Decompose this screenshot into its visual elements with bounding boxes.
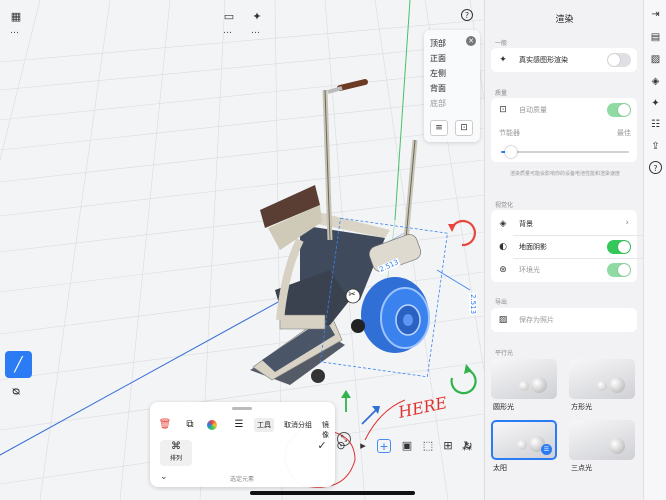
light-label-square: 方形光 [571,403,592,411]
ambient-icon: ⊛ [499,265,507,275]
ambient-label: 环境光 [519,266,540,274]
chevron-down-icon[interactable]: ⌄ [160,472,168,482]
pen-tool-button[interactable]: ╱ [5,351,32,378]
view-left[interactable]: 左侧 [430,68,446,79]
grid-icon[interactable]: ▦ [8,9,24,23]
light-option-round[interactable] [491,359,557,399]
selection-hint: 选定元素 [230,476,255,483]
tab-ungroup[interactable]: 取消分组 [284,420,312,430]
quality-note: 渲染质量可能会影响你的设备电池性能和渲染速度 [509,171,620,177]
ground-shadow-label: 地面阴影 [519,243,547,251]
trash-icon[interactable]: 🗑 [158,418,172,432]
panel-title: 渲染 [555,15,574,25]
box-select-icon[interactable]: ▣ [400,439,414,453]
sun-settings-icon[interactable]: ☰ [541,444,552,455]
align-icon[interactable]: ☰ [232,418,246,432]
auto-quality-icon: ⊡ [499,105,507,115]
point-icon[interactable]: ⊙ [334,439,348,453]
fit-view-icon[interactable]: ⊡ [455,120,473,136]
rotate-handle-green [450,368,477,395]
view-back[interactable]: 背面 [430,83,446,94]
arrange-button[interactable]: ⌘ 排列 [160,440,192,466]
section-quality: 质量 [495,90,508,97]
saver-label: 节能器 [499,129,520,137]
arrange-icon: ⌘ [171,441,181,452]
more-icon[interactable]: … [10,26,20,36]
ground-shadow-row[interactable]: ◐ 地面阴影 [491,236,637,258]
sliders-icon[interactable]: ≡ [430,120,448,136]
arrange-label: 排列 [169,455,182,462]
save-image-row[interactable]: ▨ 保存为照片 [491,309,637,331]
material-icon[interactable] [207,420,217,430]
light-option-sun[interactable]: ☰ [491,420,557,460]
section-general: 一般 [495,40,508,47]
selection-tool-card: 🗑 ⧉ ☰ 工具 取消分组 镜像 ⌘ 排列 ⌄ 选定元素 [150,402,335,487]
settings-icon[interactable]: ☷ [649,118,662,131]
view-menu: 顶部 正面 左侧 背面 底部 ✕ ≡ ⊡ [424,30,480,142]
layers-icon[interactable]: ◈ [649,75,662,88]
section-parallel-light: 平行光 [495,350,514,357]
photoreal-row[interactable]: ✦ 真实感图形渲染 [491,49,637,71]
sparkle-icon[interactable]: ✦ [649,97,662,110]
canvas-viewport[interactable]: ▦ … ▭ … ✦ … ? 2.513 2.513 ✂ HERE 顶部 正面 左… [0,0,484,500]
section-export: 导出 [495,299,508,306]
image-icon: ▨ [498,315,508,325]
section-visualization: 视觉化 [495,202,514,209]
play-icon[interactable]: ▸ [356,439,370,453]
light-label-round: 圆形光 [493,403,514,411]
render-panel: 渲染 一般 ✦ 真实感图形渲染 质量 ⊡ 自动质量 节能器 最佳 渲染质量可能会… [484,0,643,500]
auto-quality-toggle[interactable] [607,103,631,117]
right-tool-strip: ⇥ ▤ ▨ ◈ ✦ ☷ ⇪ ? [643,0,666,500]
help-icon[interactable]: ? [461,9,473,21]
save-image-label: 保存为照片 [519,316,554,324]
move-tool-icon[interactable]: + [377,439,391,453]
collapse-panel-icon[interactable]: ⇥ [649,8,662,21]
dimension-label-right: 2.513 [469,292,478,316]
ambient-row[interactable]: ⊛ 环境光 [491,259,637,281]
ground-shadow-toggle[interactable] [607,240,631,254]
duplicate-icon[interactable]: ⧉ [183,418,197,432]
light-label-sun: 太阳 [493,464,507,472]
scissors-icon[interactable]: ✂ [346,289,358,301]
background-label: 背景 [519,220,533,228]
saver-slider[interactable] [501,146,629,158]
properties-icon[interactable]: ▤ [649,31,662,44]
rotate-tool-icon[interactable]: ↻ [461,439,475,453]
help-icon[interactable]: ? [649,161,662,174]
ambient-toggle[interactable] [607,263,631,277]
light-option-three-point[interactable] [569,420,635,460]
tab-tools[interactable]: 工具 [254,418,274,432]
bounds-icon[interactable]: ⊞ [441,439,455,453]
scale-icon[interactable]: ⬚ [421,439,435,453]
photoreal-toggle[interactable] [607,53,631,67]
background-row[interactable]: ◈ 背景 › [491,213,637,235]
view-bottom[interactable]: 底部 [430,98,446,109]
share-icon[interactable]: ⇪ [649,140,662,153]
tab-mirror[interactable]: 镜像 [322,420,335,440]
light-label-three-point: 三点光 [571,464,592,472]
chevron-right-icon: › [625,218,629,228]
sparkle-more-icon[interactable]: … [251,26,261,36]
auto-quality-row[interactable]: ⊡ 自动质量 [491,99,637,121]
light-option-square[interactable] [569,359,635,399]
drag-handle[interactable] [232,407,252,410]
sparkle-icon: ✦ [499,55,507,65]
image-icon[interactable]: ▨ [649,53,662,66]
pen-icon: ╱ [14,356,23,373]
home-indicator[interactable] [250,491,415,495]
photoreal-label: 真实感图形渲染 [519,56,568,64]
lasso-icon[interactable]: ᴓ [12,384,20,398]
view-top[interactable]: 顶部 [430,38,446,49]
check-icon[interactable]: ✓ [315,439,329,453]
presentation-icon[interactable]: ▭ [221,9,237,23]
paint-bucket-icon: ◈ [499,219,507,229]
view-front[interactable]: 正面 [430,53,446,64]
sparkle-icon[interactable]: ✦ [249,9,265,23]
shadow-icon: ◐ [499,242,507,252]
close-icon[interactable]: ✕ [466,36,476,46]
saver-max-label: 最佳 [617,129,631,137]
presentation-more-icon[interactable]: … [223,26,233,36]
auto-quality-label: 自动质量 [519,106,547,114]
